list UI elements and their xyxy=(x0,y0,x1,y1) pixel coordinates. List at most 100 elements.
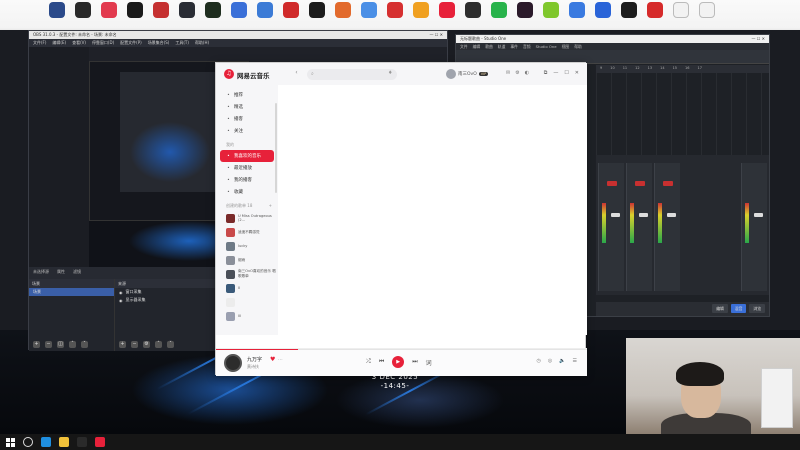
mix-view-button[interactable]: 混音 xyxy=(730,304,747,313)
record-arm-button[interactable] xyxy=(607,181,617,186)
progress-bar[interactable] xyxy=(216,349,587,350)
volume-fader[interactable] xyxy=(611,213,620,217)
message-icon[interactable]: ✉ xyxy=(506,70,510,76)
record-arm-button[interactable] xyxy=(663,181,673,186)
desktop-shortcut[interactable] xyxy=(616,0,642,30)
playlist-item[interactable]: ll xyxy=(216,281,278,295)
album-cover[interactable] xyxy=(224,354,242,372)
minimize-icon[interactable]: — xyxy=(553,70,558,76)
maximize-icon[interactable]: ☐ xyxy=(564,70,568,76)
source-item[interactable]: ◉ 窗口采集 xyxy=(115,288,224,296)
obs-filters-button[interactable]: 滤镜 xyxy=(73,269,81,277)
source-eye-icon[interactable]: ◉ xyxy=(119,298,123,303)
volume-icon[interactable]: 🔈 xyxy=(559,358,565,364)
desktop-shortcut[interactable] xyxy=(564,0,590,30)
desktop-shortcut[interactable] xyxy=(642,0,668,30)
desktop-shortcut[interactable] xyxy=(668,0,694,30)
desktop-shortcut[interactable] xyxy=(486,0,512,30)
remove-scene-button[interactable]: − xyxy=(45,341,52,348)
source-item[interactable]: ◉ 显示器采集 xyxy=(115,296,224,304)
desktop-shortcut[interactable] xyxy=(304,0,330,30)
desktop-shortcut[interactable] xyxy=(226,0,252,30)
add-playlist-icon[interactable]: + xyxy=(269,203,272,209)
sidebar-item[interactable]: • 我的播客 xyxy=(216,174,278,186)
obs-menu-item[interactable]: 工具(T) xyxy=(175,40,189,46)
desktop-shortcut[interactable] xyxy=(538,0,564,30)
mixer-channel[interactable] xyxy=(626,163,652,291)
record-arm-button[interactable] xyxy=(635,181,645,186)
obs-properties-button[interactable]: 属性 xyxy=(57,269,65,277)
remove-source-button[interactable]: − xyxy=(131,341,138,348)
obs-menu-item[interactable]: 编辑(E) xyxy=(52,40,66,46)
obs-menu-item[interactable]: 场景集合(S) xyxy=(148,40,170,46)
desktop-shortcut[interactable] xyxy=(44,0,70,30)
desktop-shortcut[interactable] xyxy=(148,0,174,30)
daw-menu-item[interactable]: 视图 xyxy=(562,44,570,49)
close-icon[interactable]: ✕ xyxy=(575,70,579,76)
obs-menu-item[interactable]: 停靠窗口(D) xyxy=(92,40,114,46)
playlist-item[interactable]: 烟雨 xyxy=(216,253,278,267)
theme-icon[interactable]: ◐ xyxy=(525,70,529,76)
volume-fader[interactable] xyxy=(667,213,676,217)
browse-view-button[interactable]: 浏览 xyxy=(749,304,765,313)
volume-fader[interactable] xyxy=(754,213,763,217)
add-source-button[interactable]: + xyxy=(119,341,126,348)
obs-menu-item[interactable]: 查看(V) xyxy=(72,40,86,46)
settings-icon[interactable]: ⚙ xyxy=(515,70,519,76)
desktop-shortcut[interactable] xyxy=(408,0,434,30)
playlist-item[interactable]: lll xyxy=(216,309,278,323)
source-eye-icon[interactable]: ◉ xyxy=(119,290,123,295)
obs-titlebar[interactable]: OBS 31.0.3 - 配置文件: 未命名 - 场景: 未命名 — ☐ ✕ xyxy=(29,31,447,39)
explorer-icon[interactable] xyxy=(59,437,69,447)
edge-icon[interactable] xyxy=(41,437,51,447)
playlist-item[interactable]: lucky xyxy=(216,239,278,253)
desktop-shortcut[interactable] xyxy=(434,0,460,30)
desktop-shortcut[interactable] xyxy=(356,0,382,30)
mixer-channel[interactable] xyxy=(654,163,680,291)
song-title[interactable]: 九万字 xyxy=(247,356,262,363)
playlist-item[interactable]: U Miss Outrageous (2... xyxy=(216,211,278,225)
daw-menu-item[interactable]: 帮助 xyxy=(574,44,582,49)
scene-item[interactable]: 场景 xyxy=(29,288,114,296)
desktop-shortcut[interactable] xyxy=(278,0,304,30)
song-artist[interactable]: 黄诗扶 xyxy=(247,364,259,370)
sidebar-item[interactable]: • 精选 xyxy=(216,101,278,113)
mixer-channel[interactable] xyxy=(598,163,624,291)
obs-icon[interactable] xyxy=(77,437,87,447)
daw-window-controls[interactable]: — ☐ ✕ xyxy=(752,36,765,42)
sidebar-item[interactable]: • 关注 xyxy=(216,125,278,137)
ncm-header[interactable]: ♫ 网易云音乐 ‹ ⌕ ♦ 南三OvO VIP ✉ ⚙ ◐ ⧉ — ☐ ✕ xyxy=(216,63,587,85)
add-scene-button[interactable]: + xyxy=(33,341,40,348)
move-down-button[interactable]: ˅ xyxy=(81,341,88,348)
sidebar-scrollbar[interactable] xyxy=(275,103,277,193)
obs-menu-item[interactable]: 文件(F) xyxy=(33,40,46,46)
desktop-shortcut[interactable] xyxy=(590,0,616,30)
shuffle-icon[interactable]: ⤮ xyxy=(366,358,371,366)
daw-menu-item[interactable]: 文件 xyxy=(460,44,468,49)
search-icon[interactable] xyxy=(23,437,33,447)
daw-menu-item[interactable]: Studio One xyxy=(536,44,557,49)
playlist-item[interactable]: 南三OvO喜欢的音乐 唱歌歌单 xyxy=(216,267,278,281)
timer-icon[interactable]: ◷ xyxy=(537,358,541,364)
vip-badge[interactable]: VIP xyxy=(478,72,489,76)
desktop-shortcut[interactable] xyxy=(460,0,486,30)
daw-menu-item[interactable]: 事件 xyxy=(510,44,518,49)
desktop-shortcut[interactable] xyxy=(512,0,538,30)
desktop-shortcut[interactable] xyxy=(174,0,200,30)
next-icon[interactable]: ⏭ xyxy=(412,358,417,366)
daw-menu-item[interactable]: 音频 xyxy=(523,44,531,49)
sidebar-item[interactable]: • 推荐 xyxy=(216,89,278,101)
sidebar-item[interactable]: • 播客 xyxy=(216,113,278,125)
sidebar-item[interactable]: • 收藏 xyxy=(216,186,278,198)
desktop-shortcut[interactable] xyxy=(252,0,278,30)
back-icon[interactable]: ‹ xyxy=(292,69,301,78)
daw-menu-item[interactable]: 歌曲 xyxy=(485,44,493,49)
more-icon[interactable]: ··· xyxy=(278,357,283,363)
netease-icon[interactable] xyxy=(95,437,105,447)
heart-icon[interactable]: ♥ xyxy=(270,356,275,363)
move-up-button[interactable]: ˄ xyxy=(69,341,76,348)
previous-icon[interactable]: ⏮ xyxy=(379,358,384,366)
lyrics-icon[interactable]: 词 xyxy=(426,358,432,367)
avatar[interactable] xyxy=(446,69,456,79)
source-settings-button[interactable]: ⚙ xyxy=(143,341,150,348)
